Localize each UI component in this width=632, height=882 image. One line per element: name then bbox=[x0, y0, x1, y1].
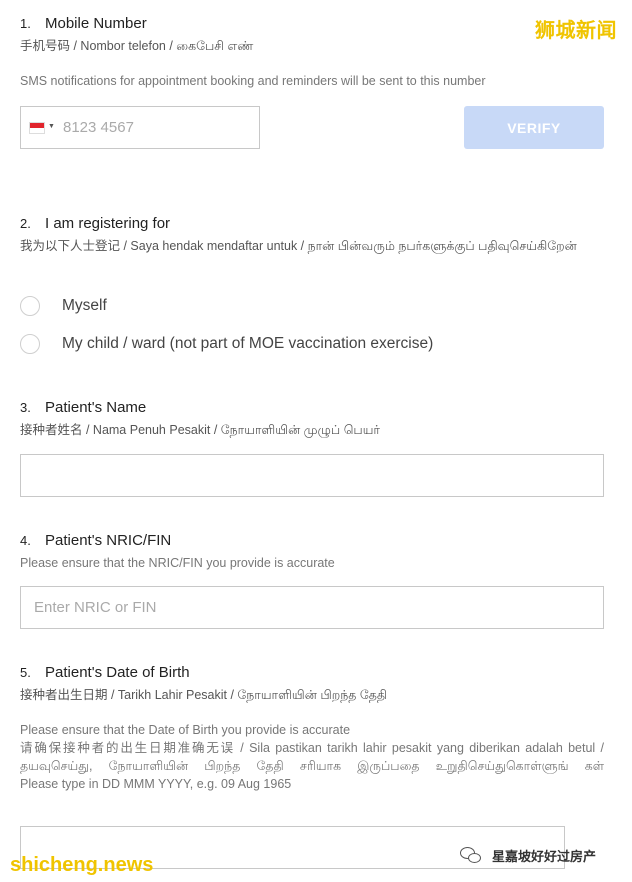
question-date-of-birth: 5. Patient's Date of Birth 接种者出生日期 / Tari… bbox=[20, 664, 604, 793]
question-label: Patient's NRIC/FIN bbox=[45, 532, 172, 549]
question-title: 4. Patient's NRIC/FIN bbox=[20, 532, 604, 549]
radio-button[interactable] bbox=[20, 296, 40, 316]
question-number: 1. bbox=[20, 16, 31, 31]
radio-label[interactable]: My child / ward (not part of MOE vaccina… bbox=[62, 335, 433, 353]
dob-multilingual-hint: 请确保接种者的出生日期准确无误 / Sila pastikan tarikh l… bbox=[20, 741, 604, 773]
verify-button[interactable]: VERIFY bbox=[464, 106, 604, 149]
wechat-icon bbox=[460, 846, 482, 865]
question-label: Patient's Name bbox=[45, 399, 147, 416]
singapore-flag-icon[interactable] bbox=[29, 122, 45, 134]
question-title: 5. Patient's Date of Birth bbox=[20, 664, 604, 681]
nric-input[interactable] bbox=[21, 587, 603, 628]
watermark-bottom-right: 星嘉坡好好过房产 bbox=[460, 846, 596, 865]
patient-name-input[interactable] bbox=[21, 455, 603, 496]
radio-label[interactable]: Myself bbox=[62, 297, 107, 315]
question-patient-nric: 4. Patient's NRIC/FIN Please ensure that … bbox=[20, 532, 604, 572]
question-number: 2. bbox=[20, 216, 31, 231]
phone-input[interactable] bbox=[61, 107, 259, 148]
question-subtitle: 接种者出生日期 / Tarikh Lahir Pesakit / நோயாளிய… bbox=[20, 688, 388, 702]
question-title: 1. Mobile Number bbox=[20, 15, 604, 32]
radio-option-myself[interactable]: Myself bbox=[20, 296, 107, 316]
patient-name-field bbox=[20, 454, 604, 497]
question-number: 3. bbox=[20, 400, 31, 415]
phone-field: ▼ bbox=[20, 106, 260, 149]
nric-field bbox=[20, 586, 604, 629]
dob-format-hint: Please type in DD MMM YYYY, e.g. 09 Aug … bbox=[20, 777, 292, 791]
question-title: 3. Patient's Name bbox=[20, 399, 604, 416]
question-subtitle: 接种者姓名 / Nama Penuh Pesakit / நோயாளியின் … bbox=[20, 423, 380, 437]
question-subtitle: 手机号码 / Nombor telefon / கைபேசி எண் bbox=[20, 39, 254, 53]
question-number: 4. bbox=[20, 533, 31, 548]
question-number: 5. bbox=[20, 665, 31, 680]
question-registering-for: 2. I am registering for 我为以下人士登记 / Saya h… bbox=[20, 215, 604, 255]
question-label: Mobile Number bbox=[45, 15, 147, 32]
question-title: 2. I am registering for bbox=[20, 215, 604, 232]
question-label: Patient's Date of Birth bbox=[45, 664, 190, 681]
question-hint: Please ensure that the NRIC/FIN you prov… bbox=[20, 556, 335, 570]
question-patient-name: 3. Patient's Name 接种者姓名 / Nama Penuh Pesa… bbox=[20, 399, 604, 439]
radio-option-child-ward[interactable]: My child / ward (not part of MOE vaccina… bbox=[20, 334, 433, 354]
dob-accuracy-hint: Please ensure that the Date of Birth you… bbox=[20, 723, 351, 737]
caret-down-icon[interactable]: ▼ bbox=[48, 123, 55, 130]
radio-button[interactable] bbox=[20, 334, 40, 354]
question-label: I am registering for bbox=[45, 215, 171, 232]
question-subtitle: 我为以下人士登记 / Saya hendak mendaftar untuk /… bbox=[20, 239, 577, 253]
watermark-bottom-left: shicheng.news bbox=[10, 854, 154, 876]
watermark-account-name: 星嘉坡好好过房产 bbox=[492, 849, 597, 864]
question-hint: SMS notifications for appointment bookin… bbox=[20, 74, 486, 88]
question-mobile-number: 1. Mobile Number 手机号码 / Nombor telefon / … bbox=[20, 15, 604, 90]
